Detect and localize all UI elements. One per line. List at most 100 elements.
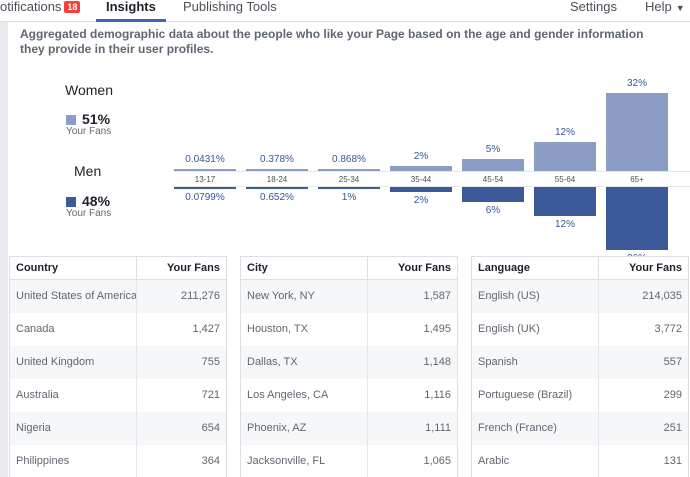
- city-fans-cell: 1,587: [423, 290, 451, 302]
- city-fans-cell: 1,148: [423, 356, 451, 368]
- table-row: English (US) 214,035: [472, 280, 688, 313]
- men-bar-13-17[interactable]: [174, 187, 236, 189]
- table-row: Arabic 131: [472, 445, 688, 477]
- women-bar-45-54[interactable]: [462, 158, 524, 171]
- women-bar-25-34[interactable]: [318, 168, 380, 171]
- country-fans-cell: 1,427: [192, 323, 220, 335]
- men-bar-label-55-64: 12%: [554, 219, 575, 231]
- language-fans-cell: 131: [663, 455, 682, 467]
- nav-notifications[interactable]: otifications 18: [0, 0, 81, 22]
- legend-men-subtitle: Your Fans: [66, 208, 112, 219]
- men-bar-18-24[interactable]: [246, 187, 308, 189]
- city-fans-column-header: Your Fans: [398, 262, 451, 274]
- legend-women-swatch: [66, 115, 76, 125]
- language-fans-cell: 3,772: [654, 323, 682, 335]
- age-label-35-44: 35-44: [410, 175, 432, 184]
- city-fans-cell: 1,116: [424, 389, 451, 401]
- city-table: City Your Fans New York, NY 1,587 Houston,…: [240, 256, 458, 477]
- nav-help-label: Help: [645, 0, 672, 14]
- country-column-header: Country: [16, 262, 59, 274]
- language-fans-cell: 251: [663, 422, 682, 434]
- country-fans-cell: 364: [201, 455, 220, 467]
- women-bar-label-25-34: 0.868%: [332, 153, 366, 165]
- city-name-cell: Phoenix, AZ: [247, 422, 307, 434]
- women-bar-55-64[interactable]: [534, 141, 596, 171]
- table-row: Phoenix, AZ 1,111: [241, 412, 457, 445]
- men-bar-55-64[interactable]: [534, 187, 596, 217]
- table-row: Los Angeles, CA 1,116: [241, 379, 457, 412]
- language-fans-cell: 214,035: [642, 290, 682, 302]
- language-fans-column-header: Your Fans: [629, 262, 682, 274]
- country-name-cell: Canada: [16, 323, 55, 335]
- table-row: United States of America 211,276: [10, 280, 226, 313]
- men-bar-label-13-17: 0.0799%: [185, 192, 225, 203]
- men-bar-label-18-24: 0.652%: [260, 192, 294, 203]
- table-row: Dallas, TX 1,148: [241, 346, 457, 379]
- table-row: Australia 721: [10, 379, 226, 412]
- city-fans-cell: 1,065: [423, 455, 451, 467]
- top-navigation: otifications 18 Insights Publishing Tools…: [0, 0, 690, 22]
- language-name-cell: English (UK): [478, 323, 540, 335]
- country-fans-cell: 721: [201, 389, 220, 401]
- city-name-cell: Houston, TX: [247, 323, 308, 335]
- age-label-65+: 65+: [630, 175, 644, 184]
- country-fans-cell: 654: [201, 422, 220, 434]
- language-table-header: Language Your Fans: [472, 256, 688, 281]
- women-bar-label-13-17: 0.0431%: [185, 154, 225, 165]
- age-label-45-54: 45-54: [482, 175, 504, 184]
- country-name-cell: Australia: [16, 389, 59, 401]
- men-bar-35-44[interactable]: [390, 187, 452, 192]
- language-fans-cell: 299: [663, 389, 682, 401]
- men-bar-label-45-54: 6%: [485, 204, 501, 216]
- men-bar-25-34[interactable]: [318, 187, 380, 190]
- legend-men-swatch: [66, 197, 76, 207]
- women-bar-18-24[interactable]: [246, 169, 308, 171]
- language-column-header: Language: [478, 262, 530, 274]
- country-name-cell: Nigeria: [16, 422, 51, 434]
- men-bar-65+[interactable]: [606, 187, 668, 251]
- country-fans-column-header: Your Fans: [167, 262, 220, 274]
- women-bar-label-18-24: 0.378%: [260, 154, 294, 165]
- table-row: French (France) 251: [472, 412, 688, 445]
- table-row: Philippines 364: [10, 445, 226, 477]
- table-row: Nigeria 654: [10, 412, 226, 445]
- country-table: Country Your Fans United States of Ameri…: [9, 256, 227, 477]
- language-name-cell: Arabic: [478, 455, 510, 467]
- city-fans-cell: 1,495: [423, 323, 451, 335]
- table-row: New York, NY 1,587: [241, 280, 457, 313]
- table-row: Portuguese (Brazil) 299: [472, 379, 688, 412]
- table-row: English (UK) 3,772: [472, 313, 688, 346]
- nav-settings[interactable]: Settings: [570, 0, 617, 22]
- age-gender-chart: 0.0431% 0.0799% 13-17 0.378% 0.652% 18-24 0.86…: [174, 78, 690, 270]
- nav-publishing-tools[interactable]: Publishing Tools: [183, 0, 277, 22]
- women-bar-label-65+: 32%: [626, 78, 647, 89]
- language-name-cell: Portuguese (Brazil): [478, 389, 573, 401]
- nav-insights[interactable]: Insights: [96, 0, 166, 22]
- table-row: Spanish 557: [472, 346, 688, 379]
- city-name-cell: Los Angeles, CA: [247, 389, 329, 401]
- women-bar-35-44[interactable]: [390, 166, 452, 171]
- age-label-18-24: 18-24: [266, 175, 288, 184]
- nav-help[interactable]: Help ▼: [645, 0, 685, 22]
- table-row: Houston, TX 1,495: [241, 313, 457, 346]
- country-fans-cell: 211,276: [181, 290, 220, 302]
- legend-men-title: Men: [74, 163, 102, 179]
- country-name-cell: United Kingdom: [16, 356, 95, 368]
- nav-notifications-label: otifications: [0, 0, 62, 14]
- language-name-cell: English (US): [478, 290, 540, 302]
- men-bar-label-25-34: 1%: [341, 192, 357, 204]
- country-table-header: Country Your Fans: [10, 256, 226, 281]
- language-name-cell: Spanish: [478, 356, 518, 368]
- city-name-cell: New York, NY: [247, 290, 315, 302]
- language-table: Language Your Fans English (US) 214,035 En…: [471, 256, 689, 477]
- country-fans-cell: 755: [201, 356, 220, 368]
- city-table-header: City Your Fans: [241, 256, 457, 281]
- women-bar-65+[interactable]: [606, 93, 668, 171]
- legend-women-percent: 51%: [82, 111, 111, 127]
- men-bar-45-54[interactable]: [462, 187, 524, 202]
- legend-women-subtitle: Your Fans: [66, 126, 112, 137]
- language-fans-cell: 557: [663, 356, 682, 368]
- women-bar-13-17[interactable]: [174, 169, 236, 171]
- chevron-down-icon: ▼: [675, 3, 685, 13]
- country-name-cell: Philippines: [16, 455, 70, 467]
